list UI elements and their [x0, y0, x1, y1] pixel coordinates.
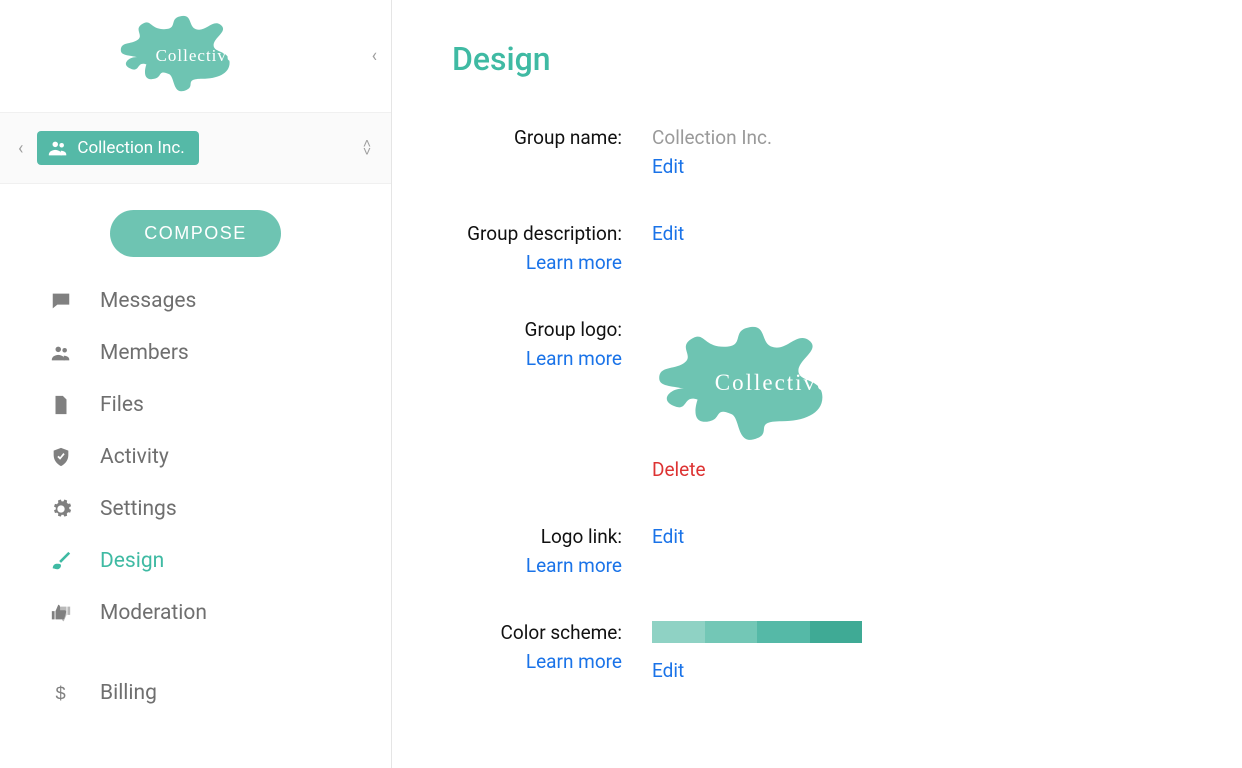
gear-icon [50, 497, 90, 521]
sidebar: Collective ‹ ‹ Collection Inc. ˄ ˅ COMPO… [0, 0, 392, 768]
sidebar-item-members[interactable]: Members [0, 327, 391, 379]
row-group-description: Group description: Learn more Edit [452, 222, 1202, 274]
sidebar-item-files[interactable]: Files [0, 379, 391, 431]
group-description-label: Group description: [452, 222, 622, 245]
group-name-edit[interactable]: Edit [652, 155, 684, 178]
color-scheme-learn[interactable]: Learn more [452, 650, 622, 673]
group-logo-text: Collective [652, 370, 892, 396]
group-logo-image: Collective [652, 318, 892, 448]
brand-logo-text: Collective [116, 46, 276, 66]
sidebar-item-moderation[interactable]: Moderation [0, 587, 391, 639]
brand-header: Collective ‹ [0, 0, 391, 113]
group-name-value: Collection Inc. [652, 126, 1202, 149]
group-chip[interactable]: Collection Inc. [37, 131, 198, 165]
group-back-icon[interactable]: ‹ [18, 138, 23, 159]
svg-text:$: $ [56, 682, 66, 703]
main-content: Design Group name: Collection Inc. Edit … [392, 0, 1242, 768]
people-icon [47, 137, 69, 159]
compose-wrap: COMPOSE [0, 184, 391, 275]
brush-icon [50, 549, 90, 573]
sidebar-item-design[interactable]: Design [0, 535, 391, 587]
group-description-edit[interactable]: Edit [652, 222, 684, 245]
sidebar-collapse-icon[interactable]: ‹ [372, 46, 377, 67]
sidebar-item-messages[interactable]: Messages [0, 275, 391, 327]
shield-icon [50, 445, 90, 469]
group-logo-label: Group logo: [452, 318, 622, 341]
sidebar-item-label: Messages [100, 289, 196, 313]
sidebar-nav: Messages Members Files Activity Settings… [0, 275, 391, 639]
sidebar-item-label: Billing [100, 681, 157, 705]
people-icon [50, 341, 90, 365]
logo-link-label: Logo link: [452, 525, 622, 548]
swatch-2 [705, 621, 758, 643]
logo-link-learn[interactable]: Learn more [452, 554, 622, 577]
group-logo-learn[interactable]: Learn more [452, 347, 622, 370]
swatch-3 [757, 621, 810, 643]
group-selector-bar: ‹ Collection Inc. ˄ ˅ [0, 113, 391, 184]
sidebar-item-billing[interactable]: $ Billing [0, 667, 391, 719]
row-color-scheme: Color scheme: Learn more Edit [452, 621, 1202, 682]
group-description-learn[interactable]: Learn more [452, 251, 622, 274]
sidebar-item-label: Members [100, 341, 189, 365]
group-chip-label: Collection Inc. [77, 138, 184, 158]
row-logo-link: Logo link: Learn more Edit [452, 525, 1202, 577]
chat-icon [50, 289, 90, 313]
sidebar-item-label: Files [100, 393, 144, 417]
file-icon [50, 393, 90, 417]
sidebar-item-label: Settings [100, 497, 177, 521]
dollar-icon: $ [50, 681, 90, 705]
logo-link-edit[interactable]: Edit [652, 525, 684, 548]
page-title: Design [452, 40, 1202, 78]
sidebar-item-activity[interactable]: Activity [0, 431, 391, 483]
sidebar-nav-secondary: $ Billing [0, 667, 391, 719]
row-group-name: Group name: Collection Inc. Edit [452, 126, 1202, 178]
swatch-1 [652, 621, 705, 643]
color-swatches [652, 621, 862, 643]
chevron-down-icon: ˅ [363, 144, 371, 160]
brand-logo: Collective [116, 10, 276, 102]
thumbs-icon [50, 601, 90, 625]
group-name-label: Group name: [452, 126, 622, 149]
sidebar-item-label: Moderation [100, 601, 207, 625]
color-scheme-edit[interactable]: Edit [652, 659, 684, 682]
row-group-logo: Group logo: Learn more Collective Delete [452, 318, 1202, 481]
sidebar-item-label: Design [100, 549, 164, 573]
color-scheme-label: Color scheme: [452, 621, 622, 644]
group-sort-toggle[interactable]: ˄ ˅ [363, 140, 371, 156]
swatch-4 [810, 621, 863, 643]
compose-button[interactable]: COMPOSE [110, 210, 281, 257]
sidebar-item-label: Activity [100, 445, 169, 469]
sidebar-item-settings[interactable]: Settings [0, 483, 391, 535]
